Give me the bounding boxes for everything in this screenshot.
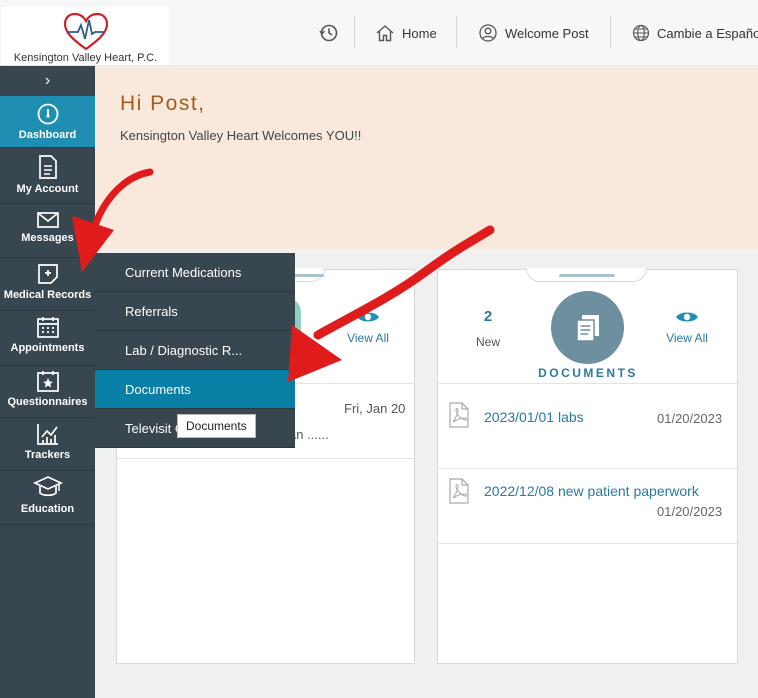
documents-card: 2 New DOCUMENTS View All 2023/01/01 labs…	[437, 269, 738, 664]
account-icon	[38, 155, 57, 179]
sidebar-item-label: My Account	[16, 183, 79, 195]
sidebar-item-label: Medical Records	[3, 289, 92, 301]
sidebar-item-label: Education	[20, 503, 75, 515]
documents-badge	[551, 291, 624, 364]
language-label: Cambie a Español	[657, 25, 758, 41]
welcome-message: Kensington Valley Heart Welcomes YOU!!	[120, 128, 362, 143]
sidebar-item-education[interactable]: Education	[0, 471, 95, 525]
user-icon	[479, 24, 497, 42]
globe-icon	[632, 24, 650, 42]
greeting: Hi Post,	[120, 92, 206, 115]
user-menu[interactable]: Welcome Post	[478, 16, 589, 50]
document-row[interactable]: 2023/01/01 labs 01/20/2023	[438, 383, 737, 469]
questionnaire-icon	[36, 371, 59, 392]
document-row[interactable]: 2022/12/08 new patient paperwork 01/20/2…	[438, 469, 737, 544]
documents-title: DOCUMENTS	[538, 366, 638, 380]
logo-text: Kensington Valley Heart, P.C.	[13, 52, 158, 64]
heart-logo-icon	[63, 12, 109, 51]
sidebar-item-label: Questionnaires	[7, 396, 88, 408]
sidebar-item-questionnaires[interactable]: Questionnaires	[0, 366, 95, 418]
sidebar-item-label: Dashboard	[18, 129, 77, 141]
document-date: 01/20/2023	[657, 411, 723, 426]
pdf-file-icon	[449, 478, 469, 504]
graduation-cap-icon	[32, 476, 63, 497]
document-link[interactable]: 2023/01/01 labs	[484, 409, 584, 425]
eye-icon	[676, 312, 698, 322]
submenu-item-current-medications[interactable]: Current Medications	[95, 253, 295, 292]
welcome-label: Welcome Post	[505, 25, 589, 41]
pdf-file-icon	[449, 402, 469, 428]
header-divider	[456, 16, 457, 48]
view-all-link[interactable]: View All	[662, 310, 712, 345]
header-divider	[354, 16, 355, 48]
sidebar: › Dashboard My Account Messages Medical …	[0, 66, 95, 698]
sidebar-item-dashboard[interactable]: Dashboard	[0, 96, 95, 148]
chevron-right-icon: ›	[44, 72, 51, 89]
home-label: Home	[402, 25, 437, 41]
sidebar-item-appointments[interactable]: Appointments	[0, 311, 95, 366]
header-divider	[610, 16, 611, 48]
welcome-banner: Hi Post, Kensington Valley Heart Welcome…	[95, 67, 758, 249]
top-header: Kensington Valley Heart, P.C. Home Welco…	[0, 0, 758, 66]
new-count: 2	[483, 308, 493, 325]
tooltip: Documents	[177, 414, 256, 438]
sidebar-item-label: Appointments	[10, 342, 85, 354]
view-all-label: View All	[347, 331, 389, 345]
sidebar-item-label: Trackers	[24, 449, 71, 461]
logo[interactable]: Kensington Valley Heart, P.C.	[2, 7, 169, 65]
new-label: New	[475, 335, 500, 349]
view-all-link[interactable]: View All	[343, 310, 393, 345]
document-link[interactable]: 2022/12/08 new patient paperwork	[484, 483, 699, 499]
history-button[interactable]	[318, 16, 347, 50]
language-switch[interactable]: Cambie a Español	[632, 16, 758, 50]
sidebar-item-messages[interactable]: Messages	[0, 205, 95, 258]
message-date: Fri, Jan 20	[344, 401, 406, 416]
document-date: 01/20/2023	[657, 504, 723, 519]
dashboard-icon	[37, 103, 58, 125]
home-icon	[376, 25, 394, 42]
sidebar-item-medical-records[interactable]: Medical Records	[0, 258, 95, 311]
sidebar-item-label: Messages	[21, 232, 74, 244]
documents-icon	[575, 314, 599, 342]
chart-icon	[36, 424, 58, 445]
envelope-icon	[36, 212, 59, 228]
sidebar-item-trackers[interactable]: Trackers	[0, 418, 95, 471]
eye-icon	[357, 312, 379, 322]
view-all-label: View All	[666, 331, 708, 345]
submenu-item-lab-diagnostic[interactable]: Lab / Diagnostic R...	[95, 331, 295, 370]
calendar-icon	[36, 317, 59, 338]
medical-records-icon	[37, 264, 58, 284]
submenu-item-referrals[interactable]: Referrals	[95, 292, 295, 331]
history-icon	[319, 24, 338, 42]
card-drag-handle[interactable]	[526, 268, 647, 282]
home-link[interactable]: Home	[375, 16, 437, 50]
sidebar-expand-button[interactable]: ›	[0, 66, 95, 96]
sidebar-item-my-account[interactable]: My Account	[0, 149, 95, 204]
submenu-item-documents[interactable]: Documents	[95, 370, 295, 409]
